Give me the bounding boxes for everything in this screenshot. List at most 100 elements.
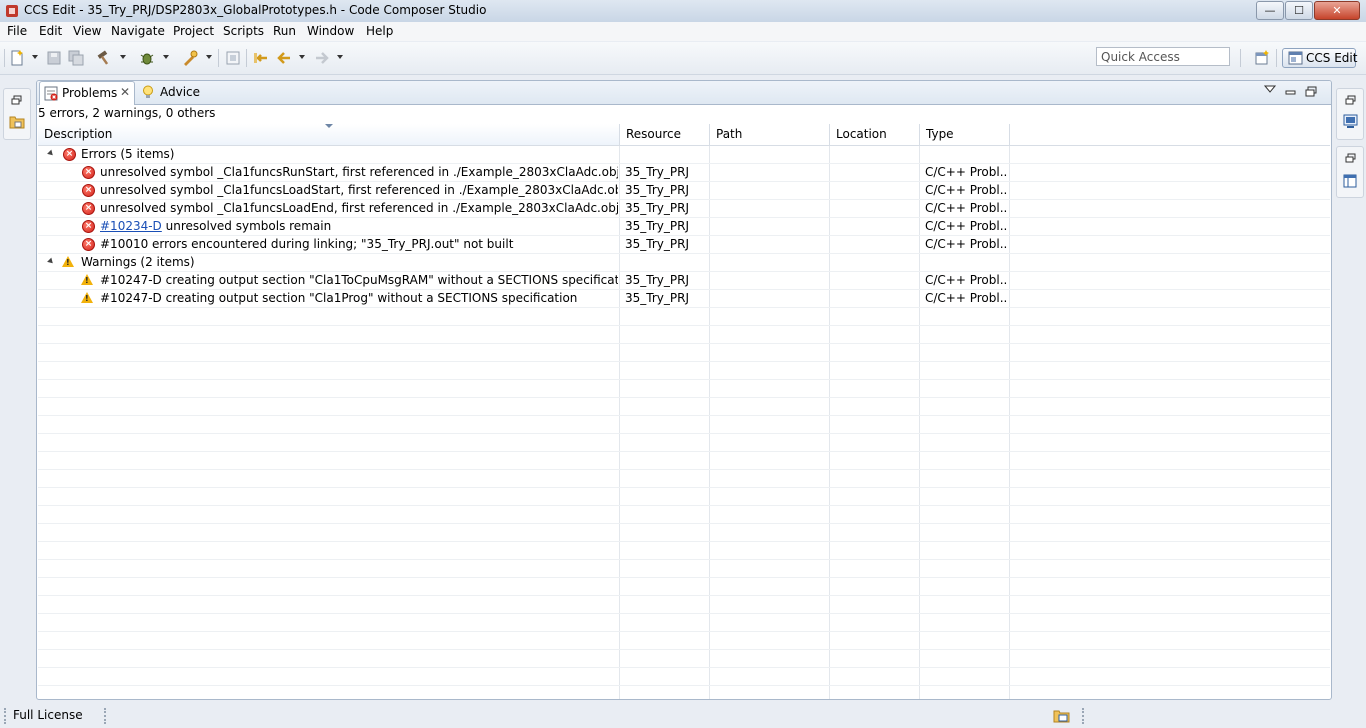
group-label: Errors (5 items) [81,147,175,161]
tab-problems-label: Problems [62,86,118,100]
warning-icon: ! [62,256,74,267]
problem-description-text: unresolved symbols remain [161,219,332,233]
toolbar-separator [218,49,219,67]
toolbar-separator [1240,49,1241,67]
menu-run[interactable]: Run [273,24,296,38]
toggle-view-icon[interactable] [225,50,241,66]
empty-row [38,308,1330,326]
build-hammer-icon[interactable] [96,50,112,66]
menu-project[interactable]: Project [173,24,214,38]
tab-advice[interactable]: Advice [137,81,207,104]
close-tab-icon[interactable]: ✕ [120,85,130,99]
column-label: Type [926,127,954,141]
problem-type: C/C++ Probl... [925,219,1007,233]
table-row[interactable]: × unresolved symbol _Cla1funcsLoadStart,… [38,182,1330,200]
empty-row [38,686,1330,699]
status-grip [4,708,8,724]
console-view-icon[interactable] [1343,114,1358,129]
ccs-edit-perspective-button[interactable]: CCS Edit [1282,48,1358,68]
maximize-view-icon[interactable] [1305,86,1317,98]
error-icon: × [63,148,76,161]
status-grip [1082,708,1086,724]
group-row-warnings[interactable]: ! Warnings (2 items) [38,254,1330,272]
toolbar-grip [4,49,5,67]
save-all-icon[interactable] [68,50,84,66]
tab-problems[interactable]: Problems ✕ [39,81,135,105]
problem-description: #10010 errors encountered during linking… [100,237,514,251]
menu-file[interactable]: File [7,24,27,38]
maximize-button[interactable]: ☐ [1285,1,1313,20]
menu-help[interactable]: Help [366,24,393,38]
error-code-link[interactable]: #10234-D [100,219,162,233]
problems-table: Description Resource Path Location Type [38,124,1330,699]
expand-twisty-icon[interactable] [47,149,55,158]
menu-edit[interactable]: Edit [39,24,62,38]
expand-twisty-icon[interactable] [47,257,55,266]
column-header-location[interactable]: Location [830,124,920,145]
debug-dropdown-icon[interactable] [163,55,169,59]
new-dropdown-icon[interactable] [32,55,38,59]
project-explorer-icon[interactable] [9,114,25,130]
back-dropdown-icon[interactable] [299,55,305,59]
debug-bug-icon[interactable] [139,50,155,66]
right-trim-stack-editor [1336,146,1364,198]
tab-advice-label: Advice [160,85,201,99]
problem-type: C/C++ Probl... [925,273,1007,287]
restore-icon[interactable] [1345,95,1356,105]
table-row[interactable]: × #10010 errors encountered during linki… [38,236,1330,254]
group-row-errors[interactable]: × Errors (5 items) [38,146,1330,164]
progress-view-icon[interactable] [1053,707,1070,723]
table-row[interactable]: × unresolved symbol _Cla1funcsLoadEnd, f… [38,200,1330,218]
outline-view-icon[interactable] [1343,174,1357,188]
flash-tool-icon[interactable] [182,50,198,66]
table-row[interactable]: × unresolved symbol _Cla1funcsRunStart, … [38,164,1330,182]
column-header-resource[interactable]: Resource [620,124,710,145]
new-file-icon[interactable] [9,50,25,66]
error-icon: × [82,184,95,197]
problem-resource: 35_Try_PRJ [625,273,689,287]
empty-row [38,362,1330,380]
empty-row [38,416,1330,434]
table-row[interactable]: ! #10247-D creating output section "Cla1… [38,272,1330,290]
problem-description: #10247-D creating output section "Cla1To… [100,273,618,287]
column-header-type[interactable]: Type [920,124,1010,145]
build-dropdown-icon[interactable] [120,55,126,59]
empty-row [38,488,1330,506]
flash-dropdown-icon[interactable] [206,55,212,59]
restore-icon[interactable] [1345,153,1356,163]
problem-type: C/C++ Probl... [925,183,1007,197]
empty-row [38,524,1330,542]
table-header: Description Resource Path Location Type [38,124,1330,146]
left-trim-stack [3,88,31,140]
problems-view: Problems ✕ Advice 5 errors, 2 warnings, … [36,80,1332,700]
menu-view[interactable]: View [73,24,101,38]
restore-icon[interactable] [11,95,22,105]
error-icon: × [82,202,95,215]
column-header-description[interactable]: Description [38,124,620,145]
problem-type: C/C++ Probl... [925,165,1007,179]
column-header-path[interactable]: Path [710,124,830,145]
column-label: Description [44,127,113,141]
table-row[interactable]: ! #10247-D creating output section "Cla1… [38,290,1330,308]
save-icon[interactable] [46,50,62,66]
forward-dropdown-icon[interactable] [337,55,343,59]
table-row[interactable]: × #10234-D unresolved symbols remain 35_… [38,218,1330,236]
menu-scripts[interactable]: Scripts [223,24,264,38]
open-perspective-icon[interactable] [1254,50,1270,66]
quick-access-input[interactable]: Quick Access [1096,47,1230,66]
empty-row [38,326,1330,344]
minimize-button[interactable]: — [1256,1,1284,20]
minimize-view-icon[interactable] [1285,86,1297,98]
problem-resource: 35_Try_PRJ [625,237,689,251]
menu-navigate[interactable]: Navigate [111,24,165,38]
perspective-label: CCS Edit [1306,51,1358,65]
error-icon: × [82,166,95,179]
close-button[interactable]: ✕ [1314,1,1360,20]
view-menu-icon[interactable] [1264,84,1276,94]
forward-arrow-icon[interactable] [314,50,330,66]
last-edit-location-icon[interactable] [253,50,269,66]
back-arrow-icon[interactable] [276,50,292,66]
empty-row [38,632,1330,650]
menu-window[interactable]: Window [307,24,354,38]
error-icon: × [82,238,95,251]
